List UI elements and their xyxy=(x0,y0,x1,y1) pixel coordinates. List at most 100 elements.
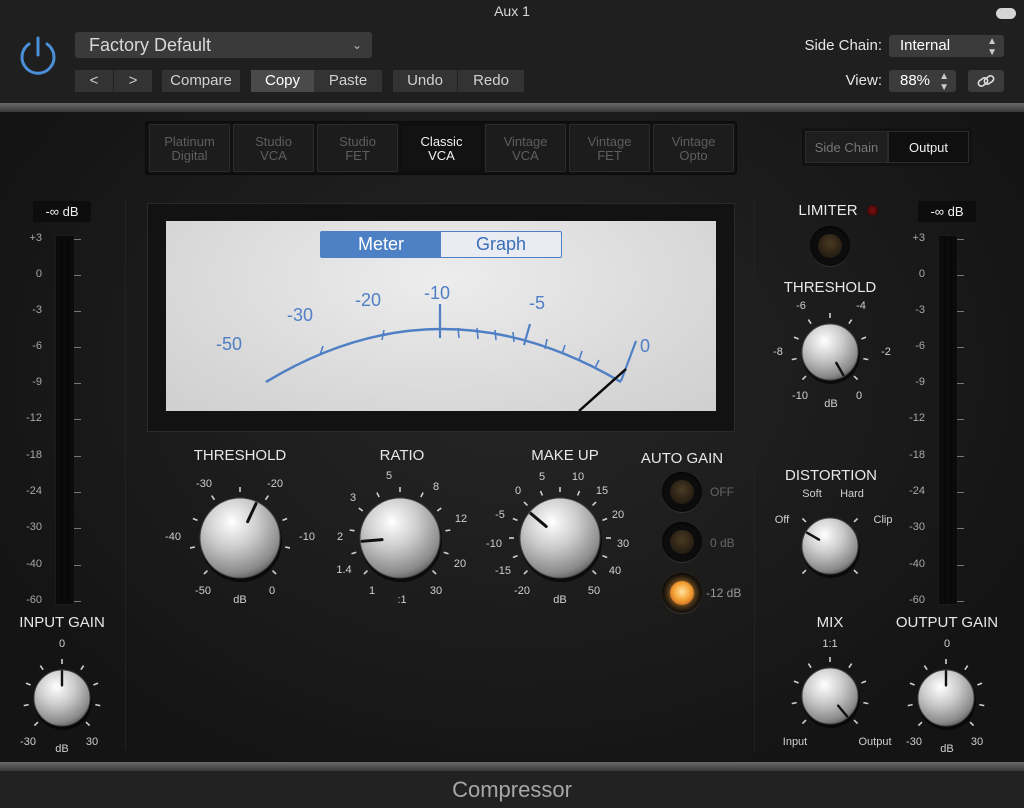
knob-tick-mark xyxy=(863,357,869,361)
model-tab-vintage-opto[interactable]: Vintage Opto xyxy=(653,124,734,172)
previous-preset-button[interactable]: < xyxy=(75,70,113,92)
output-gain-knob[interactable] xyxy=(902,654,990,742)
distortion-label: DISTORTION xyxy=(785,467,877,484)
auto-gain-minus12db-label: -12 dB xyxy=(706,586,742,600)
view-zoom-value: 88% xyxy=(900,72,931,89)
copy-button[interactable]: Copy xyxy=(251,70,314,92)
link-button[interactable] xyxy=(968,70,1004,92)
model-tab-line1: Studio xyxy=(255,134,292,149)
distortion-soft-label: Soft xyxy=(802,488,822,500)
level-scale-label: -18 xyxy=(26,449,42,461)
circuit-model-selector: Platinum Digital Studio VCA Studio FET Clas… xyxy=(145,121,737,175)
model-tab-platinum-digital[interactable]: Platinum Digital xyxy=(149,124,230,172)
right-column-divider xyxy=(754,200,755,750)
level-scale-label: -24 xyxy=(909,485,925,497)
model-tab-line1: Platinum xyxy=(164,134,215,149)
auto-gain-minus12db-led[interactable] xyxy=(662,573,702,613)
meter-tick xyxy=(476,327,479,340)
link-icon xyxy=(977,75,995,87)
limiter-enable-button[interactable] xyxy=(810,226,850,266)
level-scale-tick xyxy=(74,311,81,312)
level-scale-label: +3 xyxy=(29,232,42,244)
view-zoom-select[interactable]: 88% ▲ ▼ xyxy=(889,70,956,93)
level-scale-tick xyxy=(74,601,81,602)
auto-gain-0db-led[interactable] xyxy=(662,522,702,562)
knob-tick-mark xyxy=(512,517,518,522)
knob-tick-mark xyxy=(23,703,29,707)
knob-tick-mark xyxy=(539,490,544,496)
level-scale-label: -6 xyxy=(32,340,42,352)
knob-tick-mark xyxy=(853,569,859,575)
redo-button[interactable]: Redo xyxy=(457,70,524,92)
model-tab-line2: Opto xyxy=(679,148,708,163)
model-tab-vintage-vca[interactable]: Vintage VCA xyxy=(485,124,566,172)
model-tab-line2: Digital xyxy=(171,148,208,163)
knob-tick-mark xyxy=(861,680,867,684)
window-resize-pill[interactable] xyxy=(996,8,1016,19)
knob-tick-mark xyxy=(282,517,288,522)
model-tab-line2: FET xyxy=(597,148,622,163)
meter-tick xyxy=(512,331,515,343)
sidechain-value: Internal xyxy=(900,37,951,54)
level-scale-label: 0 xyxy=(35,268,42,280)
sidechain-label: Side Chain: xyxy=(804,37,882,54)
level-scale-tick xyxy=(957,419,964,420)
chevron-right-icon: > xyxy=(128,72,138,89)
sidechain-output-toggle: Side Chain Output xyxy=(802,128,972,166)
limiter-threshold-knob[interactable] xyxy=(786,308,874,396)
knob-tick-mark xyxy=(807,319,812,325)
knob-tick-mark xyxy=(271,569,277,575)
preset-dropdown[interactable]: Factory Default ⌄ xyxy=(75,32,372,58)
knob-tick-mark xyxy=(431,569,437,575)
footer-divider xyxy=(0,762,1024,771)
knob-tick-mark xyxy=(349,529,355,532)
distortion-knob[interactable] xyxy=(786,502,874,590)
level-scale-tick xyxy=(74,347,81,348)
threshold-knob[interactable] xyxy=(184,482,296,594)
knob-tick-mark xyxy=(25,682,31,686)
makeup-knob[interactable] xyxy=(504,482,616,594)
knob-tick-mark xyxy=(93,682,99,686)
sidechain-tab[interactable]: Side Chain xyxy=(805,131,888,163)
ratio-label: RATIO xyxy=(379,447,425,464)
level-scale-label: -9 xyxy=(32,376,42,388)
input-gain-knob[interactable] xyxy=(18,654,106,742)
knob-tick-mark xyxy=(211,495,216,501)
limiter-threshold-label: THRESHOLD xyxy=(783,279,877,296)
knob-cap xyxy=(359,497,441,579)
level-scale-tick xyxy=(74,419,81,420)
meter-tick xyxy=(594,359,600,369)
knob-tick-mark xyxy=(95,703,101,707)
level-scale-label: -24 xyxy=(26,485,42,497)
power-icon[interactable] xyxy=(17,35,59,77)
knob-tick-mark xyxy=(853,719,859,725)
auto-gain-off-led[interactable] xyxy=(662,472,702,512)
mix-knob[interactable] xyxy=(786,652,874,740)
knob-tick-mark xyxy=(445,529,451,532)
meter-scale-label: -50 xyxy=(216,334,242,354)
meter-tick xyxy=(578,350,583,361)
sidechain-select[interactable]: Internal ▲ ▼ xyxy=(889,35,1004,58)
model-tab-line1: Vintage xyxy=(503,134,548,149)
model-tab-studio-vca[interactable]: Studio VCA xyxy=(233,124,314,172)
level-scale-tick xyxy=(957,601,964,602)
knob-tick-mark xyxy=(793,336,799,340)
knob-tick-mark xyxy=(523,569,529,575)
compare-button[interactable]: Compare xyxy=(162,70,240,92)
output-tab[interactable]: Output xyxy=(888,131,969,163)
model-tab-line2: VCA xyxy=(260,148,287,163)
paste-button[interactable]: Paste xyxy=(314,70,382,92)
led-lens xyxy=(670,530,694,554)
output-level-scale: +3 0 -3 -6 -9 -12 -18 -24 -30 -40 -60 xyxy=(899,232,969,612)
level-scale-label: 0 xyxy=(918,268,925,280)
level-scale-tick xyxy=(957,239,964,240)
next-preset-button[interactable]: > xyxy=(113,70,152,92)
model-tab-vintage-fet[interactable]: Vintage FET xyxy=(569,124,650,172)
knob-cap xyxy=(801,323,859,381)
model-tab-studio-fet[interactable]: Studio FET xyxy=(317,124,398,172)
undo-button[interactable]: Undo xyxy=(393,70,457,92)
model-tab-classic-vca[interactable]: Classic VCA xyxy=(401,124,482,172)
plugin-name: Compressor xyxy=(452,777,572,802)
ratio-knob[interactable] xyxy=(344,482,456,594)
model-tab-line1: Studio xyxy=(339,134,376,149)
